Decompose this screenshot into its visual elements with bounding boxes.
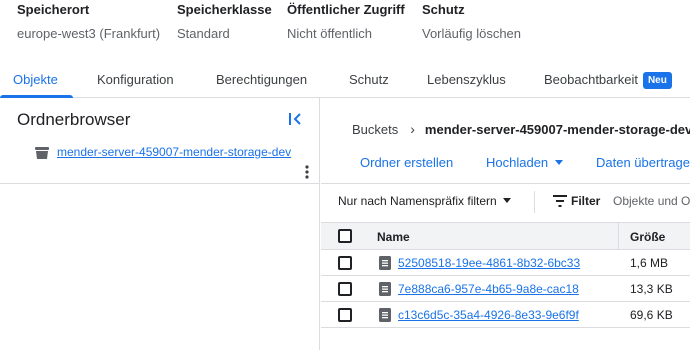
objects-panel: Buckets › mender-server-459007-mender-stor… [321,98,690,350]
action-bar: Ordner erstellen Hochladen Daten übertra… [321,155,690,175]
row-checkbox[interactable] [338,256,352,270]
object-size: 1,6 MB [630,256,669,270]
tab-objects[interactable]: Objekte [13,72,58,87]
table-row[interactable]: 52508518-19ee-4861-8b32-6bc33 1,6 MB [321,250,690,276]
object-size: 13,3 KB [630,282,673,296]
column-header-name[interactable]: Name [377,230,410,244]
column-divider [618,223,619,249]
table-row[interactable]: c13c6d5c-35a4-4926-8e33-9e6f9f 69,6 KB [321,302,690,328]
tab-lifecycle[interactable]: Lebenszyklus [427,72,506,87]
chevron-down-icon [502,198,511,203]
prefix-filter-label: Nur nach Namenspräfix filtern [338,194,497,208]
meta-protection: Schutz Vorläufig löschen [422,2,521,41]
create-folder-button[interactable]: Ordner erstellen [360,155,453,170]
object-size: 69,6 KB [630,308,673,322]
filter-icon [553,195,567,207]
upload-button[interactable]: Hochladen [486,155,564,170]
object-name-link[interactable]: 52508518-19ee-4861-8b32-6bc33 [398,256,606,270]
chevron-down-icon [555,160,564,165]
file-icon [379,256,391,270]
divider [534,191,535,213]
divider [321,183,690,184]
bucket-icon [35,147,49,159]
meta-public-access: Öffentlicher Zugriff Nicht öffentlich [287,2,405,41]
tab-configuration[interactable]: Konfiguration [97,72,174,87]
chevron-right-icon: › [410,121,415,137]
select-all-checkbox[interactable] [338,229,352,243]
file-icon [379,282,391,296]
tab-bar: Objekte Konfiguration Berechtigungen Sch… [0,60,690,98]
folder-browser-title: Ordnerbrowser [17,110,131,129]
folder-tree-item[interactable]: mender-server-459007-mender-storage-dev [0,138,320,184]
meta-label: Öffentlicher Zugriff [287,2,405,17]
tab-label: Beobachtbarkeit [544,72,638,87]
breadcrumb-buckets[interactable]: Buckets [352,122,398,137]
meta-location: Speicherort europe-west3 (Frankfurt) [17,2,160,41]
tab-permissions[interactable]: Berechtigungen [216,72,307,87]
collapse-panel-icon[interactable] [287,111,303,127]
meta-storage-class: Speicherklasse Standard [177,2,272,41]
filter-bar: Nur nach Namenspräfix filtern Filter Obj… [321,191,690,220]
breadcrumb-current-bucket: mender-server-459007-mender-storage-dev [424,122,690,137]
meta-value: Standard [177,26,230,41]
tab-observability[interactable]: Beobachtbarkeit Neu [544,72,672,89]
tab-protection[interactable]: Schutz [349,72,389,87]
prefix-filter-dropdown[interactable]: Nur nach Namenspräfix filtern [338,194,511,208]
filter-input[interactable]: Objekte und Ordner filtern [613,194,690,208]
upload-label: Hochladen [486,155,549,170]
column-header-size[interactable]: Größe [630,230,665,244]
object-name-link[interactable]: 7e888ca6-957e-4b65-9a8e-cac18 [398,282,606,296]
bucket-details: Speicherort europe-west3 (Frankfurt) Spe… [0,0,690,60]
transfer-data-button[interactable]: Daten übertragen [596,155,690,170]
table-header: Name Größe [321,222,690,250]
breadcrumb: Buckets › mender-server-459007-mender-stor… [352,121,690,137]
new-badge: Neu [642,72,672,89]
row-checkbox[interactable] [338,282,352,296]
meta-value: Vorläufig löschen [422,26,522,41]
object-name-link[interactable]: c13c6d5c-35a4-4926-8e33-9e6f9f [398,308,606,322]
more-options-icon[interactable] [303,164,311,180]
meta-label: Speicherort [17,2,90,17]
meta-value: europe-west3 (Frankfurt) [17,26,161,41]
meta-label: Speicherklasse [177,2,272,17]
table-row[interactable]: 7e888ca6-957e-4b65-9a8e-cac18 13,3 KB [321,276,690,302]
filter-label: Filter [571,194,601,208]
meta-value: Nicht öffentlich [287,26,373,41]
meta-label: Schutz [422,2,465,17]
row-checkbox[interactable] [338,308,352,322]
file-icon [379,308,391,322]
folder-browser-panel: Ordnerbrowser mender-server-459007-mende… [0,98,320,350]
bucket-link[interactable]: mender-server-459007-mender-storage-dev [57,145,291,159]
